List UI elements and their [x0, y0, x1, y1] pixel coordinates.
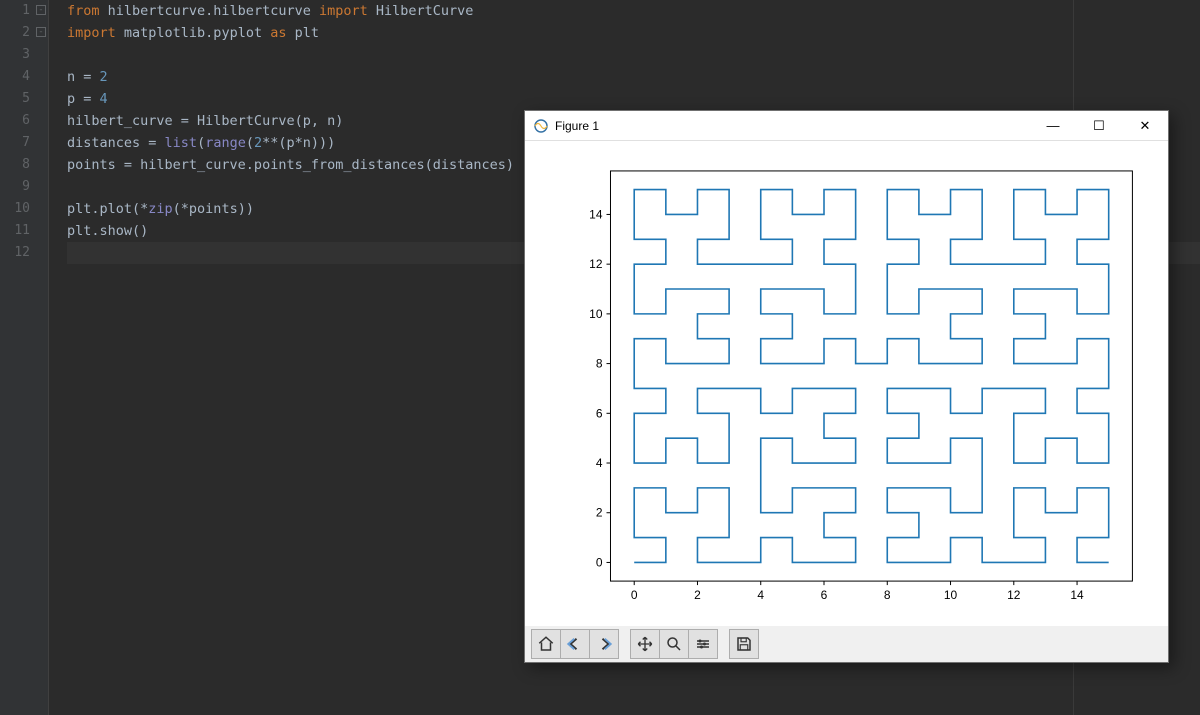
- hilbert-plot: 0 2 4 6 8 10 12 14 0 2 4 6 8 10 12 14: [525, 141, 1168, 626]
- maximize-button[interactable]: ☐: [1076, 111, 1122, 140]
- line-number: 3: [0, 44, 48, 66]
- app-icon: [533, 118, 549, 134]
- line-number: 6: [0, 110, 48, 132]
- y-tick-label: 8: [596, 357, 603, 371]
- fold-icon[interactable]: -: [36, 5, 46, 15]
- y-tick-label: 12: [589, 257, 603, 271]
- x-tick-label: 8: [884, 588, 891, 602]
- plot-canvas[interactable]: 0 2 4 6 8 10 12 14 0 2 4 6 8 10 12 14: [525, 141, 1168, 626]
- x-tick-label: 4: [757, 588, 764, 602]
- x-tick-label: 14: [1070, 588, 1084, 602]
- home-button[interactable]: [531, 629, 561, 659]
- code-line[interactable]: n = 2: [67, 66, 1200, 88]
- save-button[interactable]: [729, 629, 759, 659]
- code-line[interactable]: p = 4: [67, 88, 1200, 110]
- back-button[interactable]: [560, 629, 590, 659]
- window-title: Figure 1: [555, 119, 1030, 133]
- x-tick-label: 6: [821, 588, 828, 602]
- window-controls: — ☐ ✕: [1030, 111, 1168, 140]
- close-button[interactable]: ✕: [1122, 111, 1168, 140]
- titlebar[interactable]: Figure 1 — ☐ ✕: [525, 111, 1168, 141]
- y-tick-label: 6: [596, 406, 603, 420]
- forward-button[interactable]: [589, 629, 619, 659]
- code-line[interactable]: [67, 44, 1200, 66]
- x-tick-label: 2: [694, 588, 701, 602]
- y-tick-label: 14: [589, 207, 603, 221]
- line-number: 11: [0, 220, 48, 242]
- subplots-button[interactable]: [688, 629, 718, 659]
- pan-button[interactable]: [630, 629, 660, 659]
- line-number: 8: [0, 154, 48, 176]
- fold-icon[interactable]: -: [36, 27, 46, 37]
- hilbert-curve-line: [634, 190, 1108, 563]
- x-tick-label: 12: [1007, 588, 1021, 602]
- x-tick-label: 10: [944, 588, 958, 602]
- y-tick-label: 2: [596, 506, 603, 520]
- matplotlib-toolbar: [525, 626, 1168, 662]
- line-number: 1-: [0, 0, 48, 22]
- y-tick-label: 10: [589, 307, 603, 321]
- gutter: 1-2-3456789101112: [0, 0, 48, 715]
- line-number: 9: [0, 176, 48, 198]
- y-tick-label: 0: [596, 555, 603, 569]
- line-number: 12: [0, 242, 48, 264]
- line-number: 5: [0, 88, 48, 110]
- y-tick-label: 4: [596, 456, 603, 470]
- code-line[interactable]: import matplotlib.pyplot as plt: [67, 22, 1200, 44]
- zoom-button[interactable]: [659, 629, 689, 659]
- line-number: 4: [0, 66, 48, 88]
- line-number: 10: [0, 198, 48, 220]
- minimize-button[interactable]: —: [1030, 111, 1076, 140]
- x-tick-label: 0: [631, 588, 638, 602]
- line-number: 7: [0, 132, 48, 154]
- matplotlib-figure-window[interactable]: Figure 1 — ☐ ✕ 0 2 4 6 8 10 12 14 0 2 4 6 8 10 12 14: [524, 110, 1169, 663]
- code-line[interactable]: from hilbertcurve.hilbertcurve import Hi…: [67, 0, 1200, 22]
- line-number: 2-: [0, 22, 48, 44]
